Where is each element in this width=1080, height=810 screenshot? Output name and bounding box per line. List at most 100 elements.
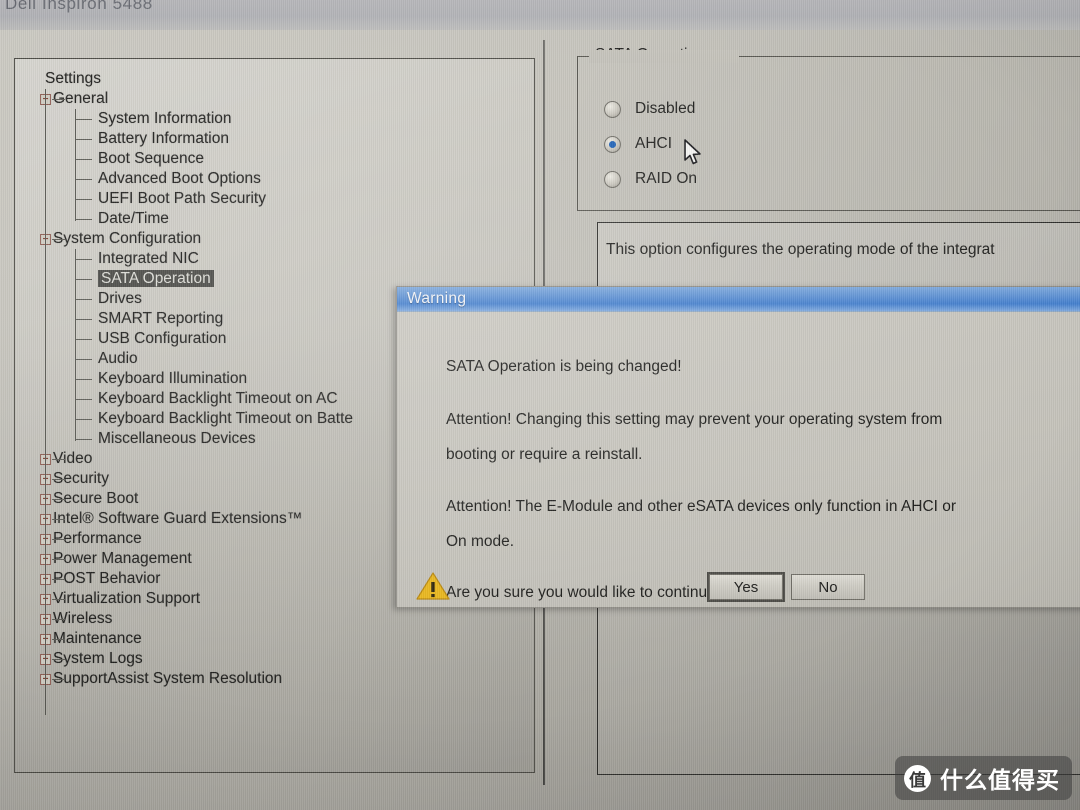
tree-elbow-connector: [75, 299, 92, 300]
warning-triangle-icon: [416, 572, 450, 600]
tree-item-system-logs[interactable]: +System Logs: [29, 649, 534, 669]
tree-item-label: Boot Sequence: [98, 150, 205, 167]
help-description-text: This option configures the operating mod…: [606, 241, 995, 258]
tree-item-uefi-boot-path-security[interactable]: UEFI Boot Path Security: [29, 189, 534, 209]
tree-item-label: Performance: [53, 530, 142, 547]
mouse-cursor-icon: [684, 139, 701, 165]
tree-elbow-connector: [75, 199, 92, 200]
warning-dialog[interactable]: Warning SATA Operation is being changed!…: [396, 286, 1080, 608]
tree-elbow-connector: [52, 559, 65, 560]
tree-elbow-connector: [75, 379, 92, 380]
tree-item-date-time[interactable]: Date/Time: [29, 209, 534, 229]
radio-label-disabled: Disabled: [635, 100, 696, 117]
tree-elbow-connector: [75, 219, 92, 220]
tree-item-supportassist-system-resolution[interactable]: +SupportAssist System Resolution: [29, 669, 534, 689]
dialog-titlebar: Warning: [397, 287, 1080, 312]
tree-elbow-connector: [52, 459, 65, 460]
tree-elbow-connector: [75, 279, 92, 280]
radio-option-ahci[interactable]: AHCI: [604, 135, 672, 153]
dialog-line-attention1: Attention! Changing this setting may pre…: [446, 411, 943, 428]
tree-elbow-connector: [75, 139, 92, 140]
laptop-model-label: Dell Inspiron 5488: [5, 0, 153, 13]
tree-item-label: Advanced Boot Options: [98, 170, 261, 187]
tree-item-label: SupportAssist System Resolution: [53, 670, 283, 687]
dialog-line-headline: SATA Operation is being changed!: [446, 358, 682, 375]
dialog-body: SATA Operation is being changed! Attenti…: [397, 312, 1080, 609]
tree-elbow-connector: [75, 339, 92, 340]
tree-elbow-connector: [52, 539, 65, 540]
tree-item-label: Drives: [98, 290, 142, 307]
tree-root-label: Settings: [45, 70, 102, 87]
tree-elbow-connector: [75, 119, 92, 120]
tree-item-system-information[interactable]: System Information: [29, 109, 534, 129]
dialog-line-attention1-cont: booting or require a reinstall.: [446, 446, 643, 463]
tree-elbow-connector: [52, 499, 65, 500]
radio-option-disabled[interactable]: Disabled: [604, 100, 695, 118]
sata-operation-groupbox: SATA Operation Disabled AHCI RAID On: [577, 46, 1080, 211]
radio-option-raid-on[interactable]: RAID On: [604, 170, 697, 188]
tree-branch-rail-general: [75, 109, 76, 221]
radio-icon-disabled[interactable]: [604, 100, 621, 118]
radio-selected-dot: [609, 140, 616, 148]
tree-item-label: SATA Operation: [98, 270, 214, 287]
dialog-no-button[interactable]: No: [791, 574, 865, 600]
tree-item-general[interactable]: −General: [29, 89, 534, 109]
tree-item-label: Date/Time: [98, 210, 169, 227]
tree-item-label: System Information: [98, 110, 232, 127]
tree-item-integrated-nic[interactable]: Integrated NIC: [29, 249, 534, 269]
tree-item-label: Virtualization Support: [53, 590, 201, 607]
tree-item-label: System Logs: [53, 650, 143, 667]
tree-branch-rail-system-configuration: [75, 249, 76, 441]
tree-item-label: System Configuration: [53, 230, 202, 247]
radio-label-ahci: AHCI: [635, 135, 673, 152]
tree-elbow-connector: [75, 179, 92, 180]
tree-item-label: USB Configuration: [98, 330, 227, 347]
tree-item-wireless[interactable]: +Wireless: [29, 609, 534, 629]
tree-item-maintenance[interactable]: +Maintenance: [29, 629, 534, 649]
tree-item-label: Intel® Software Guard Extensions™: [53, 510, 303, 527]
tree-item-label: POST Behavior: [53, 570, 161, 587]
tree-elbow-connector: [52, 99, 65, 100]
tree-elbow-connector: [52, 639, 65, 640]
tree-item-label: Keyboard Backlight Timeout on AC: [98, 390, 338, 407]
dialog-title: Warning: [407, 290, 467, 307]
dialog-yes-button[interactable]: Yes: [709, 574, 783, 600]
group-legend-mask: [589, 50, 739, 63]
tree-elbow-connector: [52, 519, 65, 520]
radio-icon-ahci[interactable]: [604, 135, 621, 153]
dialog-line-attention2-cont: On mode.: [446, 533, 515, 550]
tree-elbow-connector: [75, 319, 92, 320]
radio-label-raid-on: RAID On: [635, 170, 698, 187]
bios-screen: Dell Inspiron 5488 Settings −GeneralSyst…: [0, 0, 1080, 810]
tree-item-label: Integrated NIC: [98, 250, 199, 267]
watermark-label: 什么值得买: [940, 767, 1060, 793]
tree-item-label: Miscellaneous Devices: [98, 430, 256, 447]
radio-icon-raid-on[interactable]: [604, 170, 621, 188]
tree-trunk-rail: [45, 89, 46, 715]
tree-elbow-connector: [52, 659, 65, 660]
tree-elbow-connector: [75, 399, 92, 400]
tree-elbow-connector: [75, 159, 92, 160]
watermark-badge-icon: 值: [904, 764, 931, 792]
laptop-bezel-topbar: Dell Inspiron 5488: [0, 0, 1080, 30]
tree-item-battery-information[interactable]: Battery Information: [29, 129, 534, 149]
tree-elbow-connector: [75, 359, 92, 360]
tree-elbow-connector: [75, 419, 92, 420]
tree-item-label: Battery Information: [98, 130, 229, 147]
tree-item-label: Audio: [98, 350, 138, 367]
tree-item-advanced-boot-options[interactable]: Advanced Boot Options: [29, 169, 534, 189]
tree-item-label: Maintenance: [53, 630, 142, 647]
tree-elbow-connector: [52, 619, 65, 620]
dialog-line-attention2: Attention! The E-Module and other eSATA …: [446, 498, 957, 515]
tree-elbow-connector: [52, 479, 65, 480]
tree-item-label: Secure Boot: [53, 490, 139, 507]
tree-elbow-connector: [52, 239, 65, 240]
tree-root-settings: Settings: [29, 69, 534, 89]
tree-item-system-configuration[interactable]: −System Configuration: [29, 229, 534, 249]
tree-item-boot-sequence[interactable]: Boot Sequence: [29, 149, 534, 169]
tree-elbow-connector: [52, 599, 65, 600]
site-watermark: 值 什么值得买: [895, 756, 1072, 800]
tree-item-label: SMART Reporting: [98, 310, 224, 327]
tree-elbow-connector: [52, 679, 65, 680]
tree-elbow-connector: [52, 579, 65, 580]
